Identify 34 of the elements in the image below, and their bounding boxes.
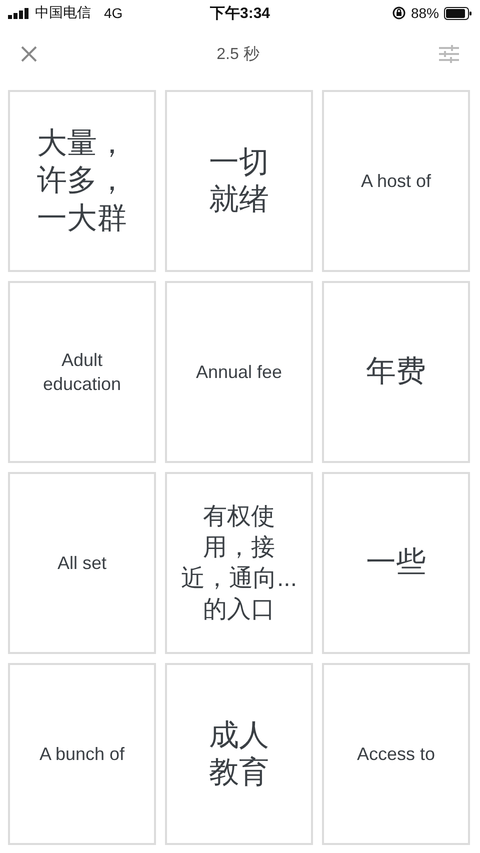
- flashcard[interactable]: Annual fee: [165, 281, 313, 463]
- flashcard[interactable]: Access to: [322, 663, 470, 845]
- rotation-lock-icon: [392, 6, 406, 20]
- flashcard[interactable]: 一些: [322, 472, 470, 654]
- card-text: Access to: [356, 742, 436, 766]
- card-text: 成人 教育: [209, 718, 269, 791]
- card-text: 大量， 许多， 一大群: [37, 126, 127, 237]
- carrier-name: 中国电信: [35, 4, 91, 22]
- network-type: 4G: [104, 5, 123, 21]
- card-text: All set: [57, 552, 107, 575]
- duration-title: 2.5 秒: [216, 44, 260, 64]
- signal-icon: [8, 8, 30, 18]
- card-text: 有权使 用，接 近，通向... 的入口: [180, 502, 297, 626]
- flashcard[interactable]: 年费: [322, 281, 470, 463]
- card-text: 一切 就绪: [209, 144, 269, 218]
- flashcard[interactable]: All set: [8, 472, 156, 654]
- clock-time: 下午3:34: [210, 4, 270, 22]
- card-text: Annual fee: [196, 360, 282, 384]
- battery-percentage: 88%: [410, 5, 439, 21]
- card-text: Adult education: [42, 348, 122, 396]
- flashcard[interactable]: 有权使 用，接 近，通向... 的入口: [165, 472, 313, 654]
- card-text: A bunch of: [39, 742, 125, 766]
- card-text: 一些: [366, 545, 426, 582]
- flashcard[interactable]: A host of: [322, 90, 470, 272]
- close-icon[interactable]: [20, 45, 38, 63]
- flashcard[interactable]: 成人 教育: [165, 663, 313, 845]
- flashcard[interactable]: 大量， 许多， 一大群: [8, 90, 156, 272]
- card-text: 年费: [366, 354, 426, 390]
- flashcard[interactable]: A bunch of: [8, 663, 156, 845]
- card-text: A host of: [360, 170, 432, 193]
- battery-icon: [444, 6, 472, 20]
- flashcard[interactable]: Adult education: [8, 281, 156, 463]
- settings-icon[interactable]: [438, 44, 460, 64]
- flashcard[interactable]: 一切 就绪: [165, 90, 313, 272]
